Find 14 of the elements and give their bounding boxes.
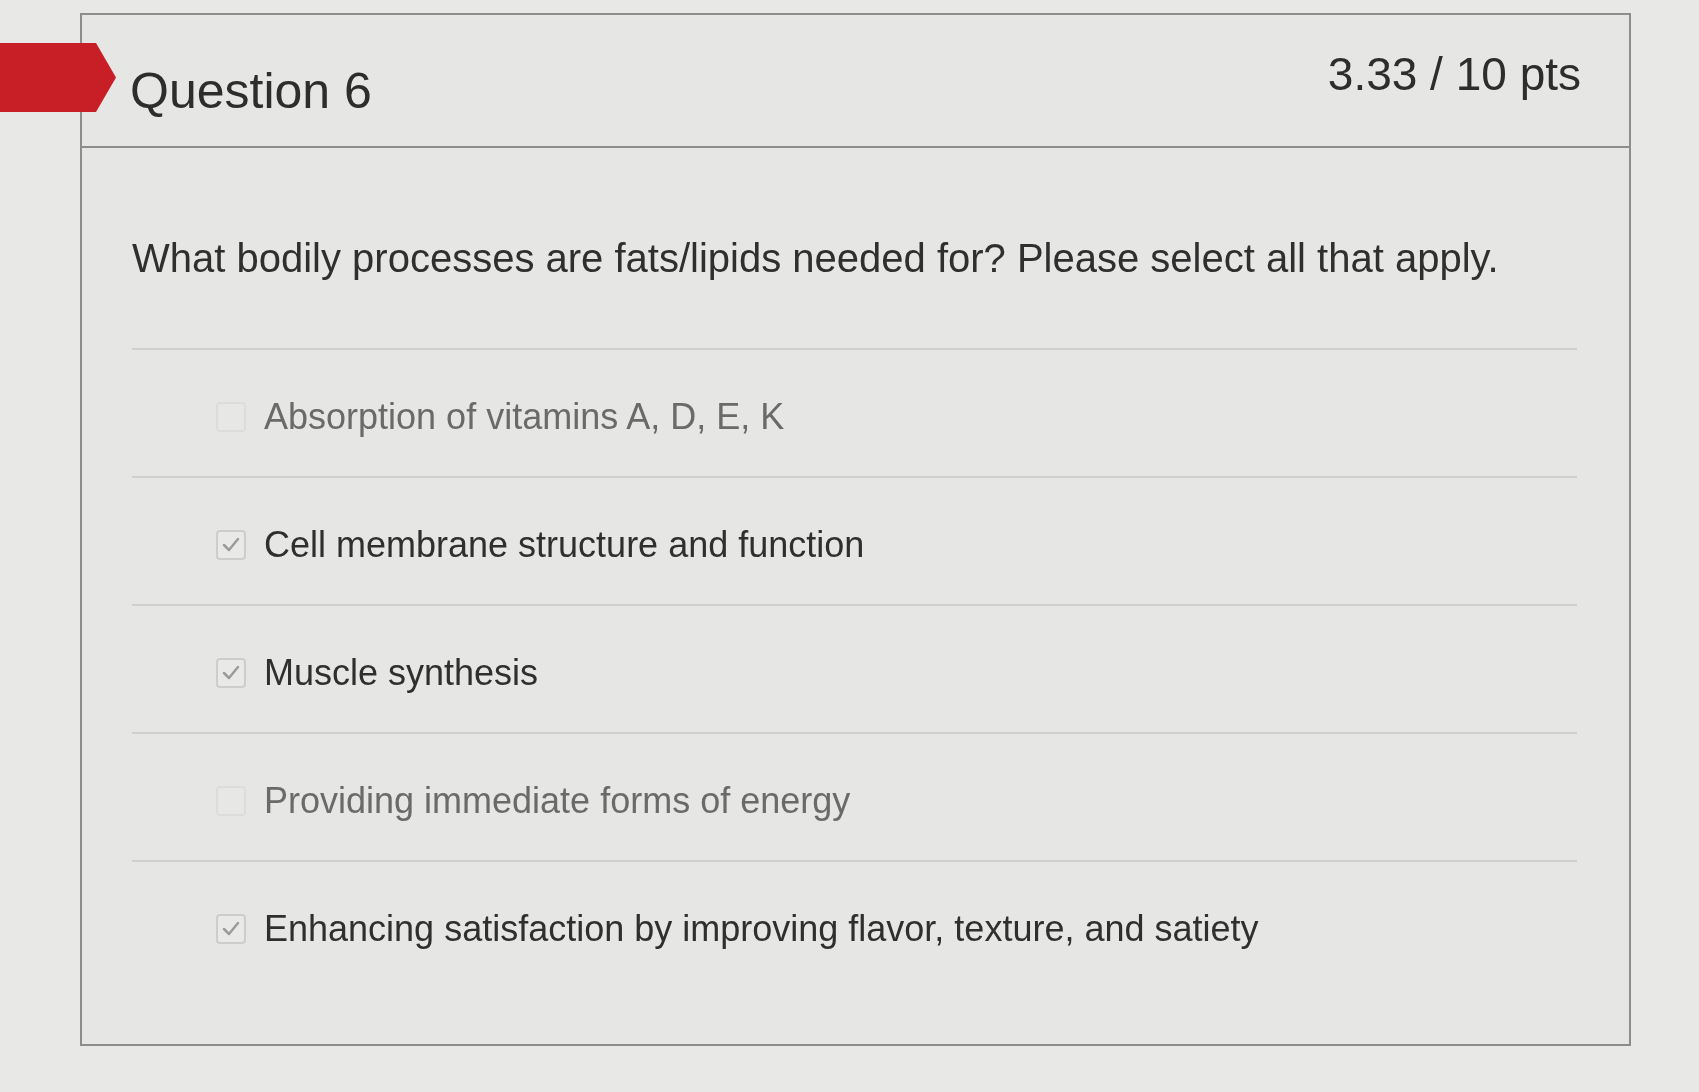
check-icon	[222, 665, 240, 681]
question-title: Question 6	[130, 62, 372, 120]
answer-label: Providing immediate forms of energy	[264, 779, 851, 823]
answer-label: Enhancing satisfaction by improving flavor, texture, and satiety	[264, 907, 1259, 951]
answer-checkbox[interactable]	[216, 530, 246, 560]
check-icon	[222, 921, 240, 937]
answer-label: Muscle synthesis	[264, 651, 539, 695]
question-score: 3.33 / 10 pts	[1327, 47, 1581, 101]
check-icon	[222, 537, 240, 553]
question-prompt: What bodily processes are fats/lipids needed for? Please select all that apply.	[132, 235, 1500, 282]
answer-checkbox[interactable]	[216, 658, 246, 688]
answer-label: Cell membrane structure and function	[264, 523, 865, 567]
answer-checkbox[interactable]	[216, 914, 246, 944]
answer-label: Absorption of vitamins A, D, E, K	[264, 395, 785, 439]
